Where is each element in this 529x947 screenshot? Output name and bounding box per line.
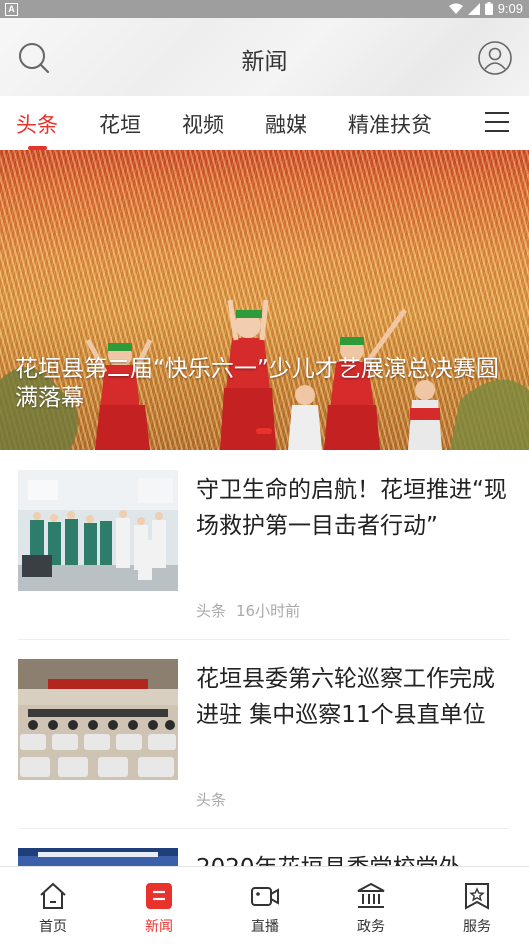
news-meta: 头条 [196,789,226,810]
news-icon [146,883,172,909]
tab-headlines[interactable]: 头条 [16,109,58,139]
app-header: 新闻 [0,18,529,96]
nav-live-label: 直播 [251,919,279,935]
status-bar: A 9:09 [0,0,529,18]
news-title: 守卫生命的启航！花垣推进“现场救护第一目击者行动” [196,477,507,539]
news-thumbnail [18,659,178,780]
video-camera-icon [251,887,279,906]
tab-huayuan[interactable]: 花垣 [99,109,141,139]
category-tabs: 头条 花垣 视频 融媒 精准扶贫 [0,96,529,150]
nav-service[interactable]: 服务 [424,867,529,947]
nav-home[interactable]: 首页 [0,867,106,947]
news-meta: 头条 16小时前 [196,600,300,621]
news-thumbnail-image [18,848,178,866]
news-thumbnail [18,470,178,591]
status-time: 9:09 [497,1,523,16]
news-category: 头条 [196,602,227,620]
news-thumbnail [18,848,178,866]
news-item[interactable]: 2020年花垣县委党校党外 [0,829,529,866]
tab-poverty-alleviation[interactable]: 精准扶贫 [348,109,432,139]
tab-media[interactable]: 融媒 [265,109,307,139]
news-time: 16小时前 [236,602,301,620]
nav-news[interactable]: 新闻 [106,867,212,947]
nav-government[interactable]: 政务 [318,867,424,947]
news-item[interactable]: 花垣县委第六轮巡察工作完成进驻 集中巡察11个县直单位 头条 [0,640,529,829]
nav-news-label: 新闻 [145,919,173,935]
home-icon [40,882,66,909]
hero-caption: 花垣县第二届“快乐六一”少儿才艺展演总决赛圆满落幕 [15,356,499,411]
hero-banner[interactable]: 花垣县第二届“快乐六一”少儿才艺展演总决赛圆满落幕 [0,150,529,450]
app-notification-icon: A [5,3,18,16]
nav-live[interactable]: 直播 [212,867,318,947]
news-title: 2020年花垣县委党校党外 [196,850,508,866]
carousel-indicator [256,428,272,434]
user-avatar-icon [478,41,512,75]
nav-service-label: 服务 [463,919,491,935]
news-category: 头条 [196,791,227,809]
news-thumbnail-image [18,470,178,591]
news-thumbnail-image [18,659,178,780]
tab-video[interactable]: 视频 [182,109,224,139]
battery-icon [484,2,493,15]
bottom-navigation: 首页 新闻 直播 政务 服务 [0,866,529,947]
user-profile-button[interactable] [477,40,513,76]
cell-signal-icon [467,2,480,15]
news-item[interactable]: 守卫生命的启航！花垣推进“现场救护第一目击者行动” 头条 16小时前 [0,450,529,640]
service-star-icon [465,883,489,910]
wifi-icon [448,3,463,14]
nav-government-label: 政务 [357,919,385,935]
nav-home-label: 首页 [39,919,67,935]
government-building-icon [357,882,385,908]
news-title: 花垣县委第六轮巡察工作完成进驻 集中巡察11个县直单位 [196,666,495,728]
page-title: 新闻 [241,49,288,75]
more-tabs-menu-icon[interactable] [485,112,509,132]
